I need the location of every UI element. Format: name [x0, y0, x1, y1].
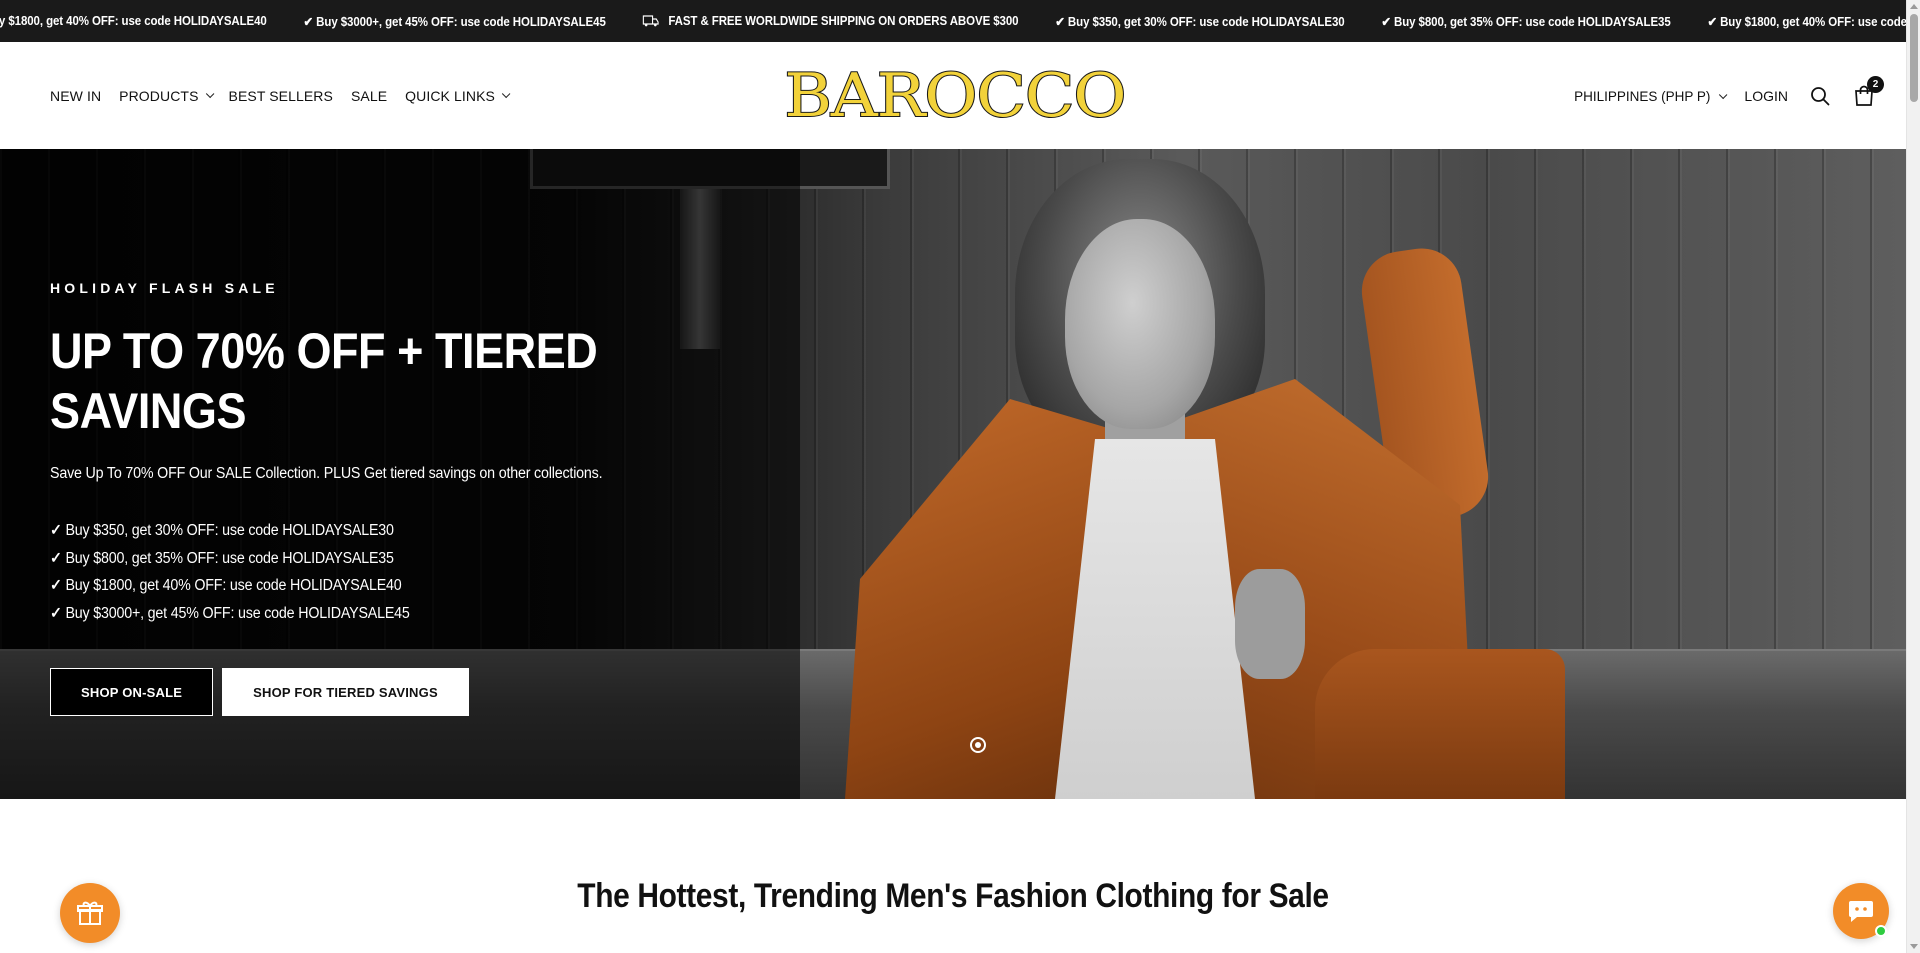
shop-tiered-savings-button[interactable]: SHOP FOR TIERED SAVINGS	[222, 668, 469, 716]
chevron-down-icon	[205, 89, 214, 98]
site-logo[interactable]: BAROCCO	[783, 60, 1127, 132]
hero-content: HOLIDAY FLASH SALE UP TO 70% OFF + TIERE…	[50, 149, 750, 799]
tier-item: Buy $800, get 35% OFF: use code HOLIDAYS…	[50, 545, 410, 573]
model-hand	[1235, 569, 1305, 679]
nav-new-in[interactable]: NEW IN	[50, 88, 101, 104]
nav-sale[interactable]: SALE	[351, 88, 387, 104]
chevron-down-icon	[501, 89, 511, 98]
chat-icon	[1849, 901, 1873, 922]
main-nav: NEW IN PRODUCTS BEST SELLERS SALE QUICK …	[50, 42, 511, 149]
gift-icon	[77, 901, 103, 925]
hero-title: UP TO 70% OFF + TIERED SAVINGS	[50, 323, 598, 439]
hero-banner: HOLIDAY FLASH SALE UP TO 70% OFF + TIERE…	[0, 149, 1906, 799]
slide-indicator[interactable]	[970, 737, 986, 753]
announcement-item: ✔ Buy $350, get 30% OFF: use code HOLIDA…	[1055, 14, 1345, 29]
shop-on-sale-button[interactable]: SHOP ON-SALE	[50, 668, 214, 716]
tier-item: Buy $350, get 30% OFF: use code HOLIDAYS…	[50, 517, 410, 545]
nav-best-sellers[interactable]: BEST SELLERS	[229, 88, 333, 104]
tier-item: Buy $3000+, get 45% OFF: use code HOLIDA…	[50, 600, 409, 628]
announcement-bar: uy $1800, get 40% OFF: use code HOLIDAYS…	[0, 0, 1906, 42]
header-actions: PHILIPPINES (PHP P) LOGIN 2	[1574, 42, 1884, 149]
page-scrollbar[interactable]	[1906, 0, 1920, 953]
scroll-up-arrow[interactable]	[1910, 4, 1918, 9]
announcement-item: ✔ Buy $800, get 35% OFF: use code HOLIDA…	[1381, 14, 1671, 29]
announcement-track: uy $1800, get 40% OFF: use code HOLIDAYS…	[0, 0, 1906, 42]
cart-button[interactable]: 2	[1852, 75, 1884, 108]
hero-eyebrow: HOLIDAY FLASH SALE	[50, 280, 279, 296]
tier-item: Buy $1800, get 40% OFF: use code HOLIDAY…	[50, 572, 410, 600]
truck-icon	[642, 15, 659, 27]
site-header: NEW IN PRODUCTS BEST SELLERS SALE QUICK …	[0, 42, 1906, 149]
chat-button[interactable]	[1833, 883, 1889, 939]
announcement-item: FAST & FREE WORLDWIDE SHIPPING ON ORDERS…	[642, 14, 1019, 28]
logo-wordmark: BAROCCO	[783, 60, 1127, 132]
section-title: The Hottest, Trending Men's Fashion Clot…	[577, 877, 1329, 915]
chevron-down-icon	[1719, 90, 1728, 99]
tier-list: Buy $350, get 30% OFF: use code HOLIDAYS…	[50, 517, 410, 628]
search-icon	[1811, 86, 1830, 105]
announcement-item: uy $1800, get 40% OFF: use code HOLIDAYS…	[0, 14, 267, 28]
announcement-item: ✔ Buy $1800, get 40% OFF: use code HOLID…	[1707, 14, 1906, 29]
scroll-down-arrow[interactable]	[1910, 944, 1918, 949]
nav-products[interactable]: PRODUCTS	[119, 88, 214, 104]
search-button[interactable]	[1808, 84, 1832, 108]
model-face	[1065, 219, 1215, 429]
country-selector[interactable]: PHILIPPINES (PHP P)	[1574, 89, 1728, 104]
cart-count-badge: 2	[1867, 75, 1884, 93]
login-link[interactable]: LOGIN	[1744, 88, 1788, 104]
hero-buttons: SHOP ON-SALE SHOP FOR TIERED SAVINGS	[50, 668, 469, 716]
scroll-thumb[interactable]	[1910, 14, 1918, 102]
nav-quick-links[interactable]: QUICK LINKS	[405, 88, 511, 104]
rewards-button[interactable]	[60, 883, 120, 943]
model-legs	[1315, 649, 1565, 799]
hero-subtitle: Save Up To 70% OFF Our SALE Collection. …	[50, 465, 603, 482]
online-status-indicator	[1875, 925, 1887, 937]
announcement-item: ✔ Buy $3000+, get 45% OFF: use code HOLI…	[303, 14, 606, 29]
